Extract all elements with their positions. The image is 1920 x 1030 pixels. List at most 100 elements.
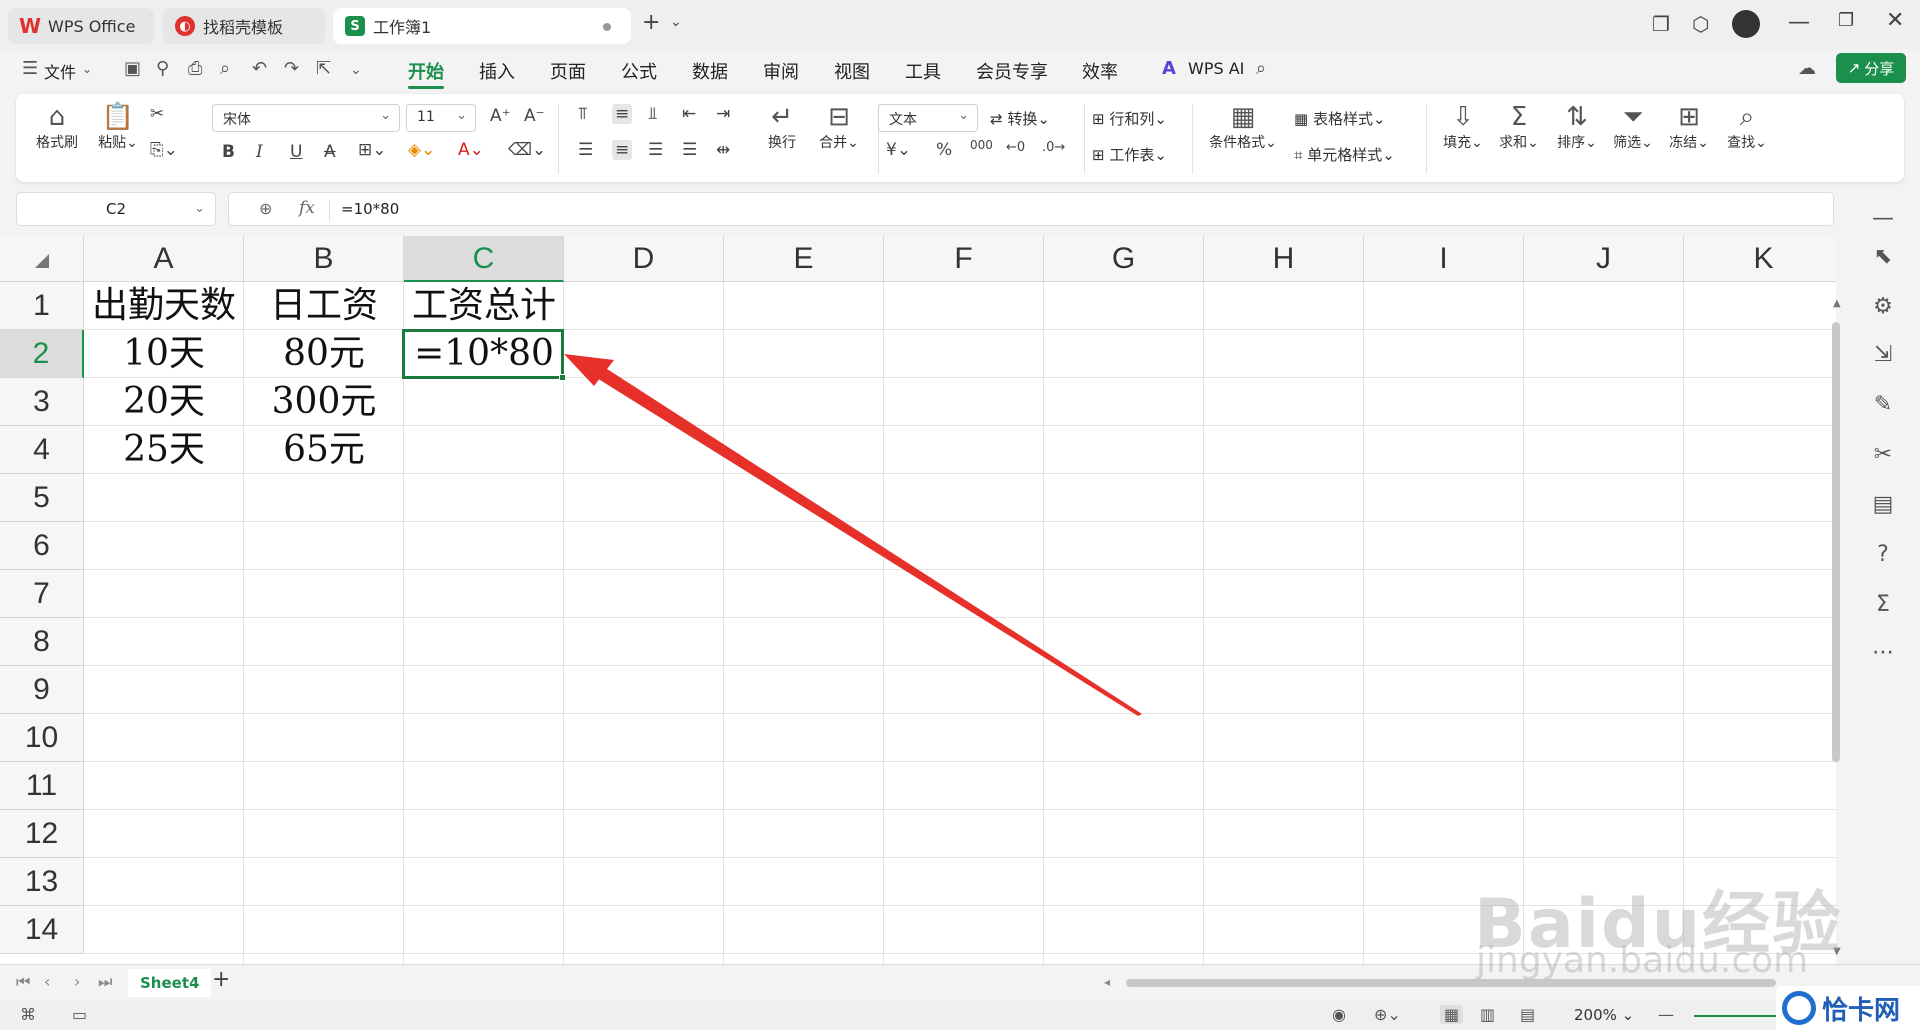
align-center-icon[interactable]: ≡	[612, 140, 633, 160]
formula-panel-icon[interactable]: Σ	[1868, 592, 1898, 617]
file-menu[interactable]: 文件	[44, 59, 76, 83]
more-icon[interactable]: ⋯	[1868, 640, 1898, 665]
cloud-sync-icon[interactable]: ☁	[1798, 58, 1816, 79]
chevron-down-icon[interactable]: ⌄	[82, 62, 92, 76]
page-layout-icon[interactable]: ▥	[1480, 1005, 1495, 1024]
ai-assistant-icon[interactable]: ✎	[1868, 392, 1898, 417]
menu-tools[interactable]: 工具	[905, 58, 941, 84]
bold-button[interactable]: B	[222, 142, 235, 162]
chevron-down-icon[interactable]: ⌄	[670, 14, 682, 30]
tools-icon[interactable]: ✂	[1868, 442, 1898, 467]
column-header-i[interactable]: I	[1364, 236, 1524, 282]
first-sheet-icon[interactable]: ⏮	[16, 972, 30, 992]
underline-button[interactable]: U	[290, 142, 302, 162]
row-header-3[interactable]: 3	[0, 378, 84, 426]
column-header-c[interactable]: C	[404, 236, 564, 282]
cell-a2[interactable]: 10天	[84, 330, 244, 378]
fill-color-icon[interactable]: ◈⌄	[408, 140, 435, 160]
zoom-out-icon[interactable]: —	[1658, 1005, 1674, 1024]
column-header-a[interactable]: A	[84, 236, 244, 282]
column-header-d[interactable]: D	[564, 236, 724, 282]
row-header-10[interactable]: 10	[0, 714, 84, 762]
align-bottom-icon[interactable]: ⫫	[648, 104, 658, 124]
row-header-8[interactable]: 8	[0, 618, 84, 666]
cell-b3[interactable]: 300元	[244, 378, 404, 426]
column-header-j[interactable]: J	[1524, 236, 1684, 282]
zoom-level[interactable]: 200% ⌄	[1574, 1006, 1634, 1024]
menu-member[interactable]: 会员专享	[976, 58, 1048, 84]
number-format-select[interactable]: 文本 ⌄	[878, 104, 978, 132]
name-box[interactable]: C2 ⌄	[16, 192, 216, 226]
cell-c1[interactable]: 工资总计	[404, 282, 564, 330]
indent-increase-icon[interactable]: ⇥	[716, 104, 730, 124]
wrap-text-button[interactable]: ↵ 换行	[758, 102, 806, 152]
macro-icon[interactable]: ⌘	[20, 1005, 36, 1024]
print-preview-icon[interactable]: ⌕	[220, 58, 230, 79]
restore-icon[interactable]: ❐	[1838, 10, 1854, 31]
menu-home[interactable]: 开始	[408, 58, 444, 84]
row-header-13[interactable]: 13	[0, 858, 84, 906]
focus-mode-icon[interactable]: ⊕⌄	[1374, 1005, 1401, 1024]
tab-workbook[interactable]: S 工作簿1	[333, 8, 631, 44]
spreadsheet-grid[interactable]: ABCDEFGHIJK 1 2 3 4 5 6 7 8 9 10 11 12 13 14 出勤天数 日工资工…	[0, 236, 1836, 964]
align-right-icon[interactable]: ☰	[648, 140, 663, 160]
decrease-decimal-icon[interactable]: .0→	[1042, 140, 1065, 155]
row-header-9[interactable]: 9	[0, 666, 84, 714]
menu-efficiency[interactable]: 效率	[1082, 58, 1118, 84]
menu-page[interactable]: 页面	[550, 58, 586, 84]
italic-button[interactable]: I	[256, 142, 263, 162]
find-button[interactable]: ⌕ 查找⌄	[1724, 102, 1770, 152]
increase-font-icon[interactable]: A⁺	[490, 106, 511, 126]
distribute-icon[interactable]: ⇹	[716, 140, 730, 160]
tab-docer-templates[interactable]: ◐ 找稻壳模板	[163, 8, 325, 44]
column-header-h[interactable]: H	[1204, 236, 1364, 282]
menu-review[interactable]: 审阅	[763, 58, 799, 84]
cell-a1[interactable]: 出勤天数	[84, 282, 244, 330]
select-cursor-icon[interactable]: ⬉	[1868, 244, 1898, 269]
row-header-12[interactable]: 12	[0, 810, 84, 858]
strikethrough-icon[interactable]: A	[324, 142, 336, 162]
column-header-b[interactable]: B	[244, 236, 404, 282]
cut-icon[interactable]: ✂	[150, 104, 164, 124]
row-header-14[interactable]: 14	[0, 906, 84, 954]
chevron-down-icon[interactable]: ⌄	[350, 62, 362, 78]
percent-button[interactable]: %	[936, 140, 952, 160]
row-header-5[interactable]: 5	[0, 474, 84, 522]
share-link-icon[interactable]: ⚲	[156, 58, 169, 79]
font-name-select[interactable]: 宋体 ⌄	[212, 104, 400, 132]
prev-sheet-icon[interactable]: ‹	[44, 972, 50, 991]
border-icon[interactable]: ⊞⌄	[358, 140, 387, 160]
justify-icon[interactable]: ☰	[682, 140, 697, 160]
table-style-button[interactable]: ▦ 表格样式⌄	[1294, 108, 1386, 129]
freeze-button[interactable]: ⊞ 冻结⌄	[1666, 102, 1712, 152]
share-button[interactable]: ↗ 分享	[1836, 53, 1906, 83]
formula-bar[interactable]: ⊕ fx =10*80	[228, 192, 1834, 226]
hamburger-menu-icon[interactable]: ☰	[22, 58, 38, 79]
paste-button[interactable]: 📋 粘贴⌄	[92, 102, 144, 152]
column-header-f[interactable]: F	[884, 236, 1044, 282]
cell-b4[interactable]: 65元	[244, 426, 404, 474]
menu-insert[interactable]: 插入	[479, 58, 515, 84]
help-icon[interactable]: ?	[1868, 542, 1898, 567]
column-header-g[interactable]: G	[1044, 236, 1204, 282]
row-header-1[interactable]: 1	[0, 282, 84, 330]
column-header-k[interactable]: K	[1684, 236, 1836, 282]
fx-icon[interactable]: fx	[299, 198, 315, 218]
export-icon[interactable]: ⇱	[316, 58, 331, 79]
redo-icon[interactable]: ↷	[284, 58, 299, 79]
collapse-panel-icon[interactable]: —	[1868, 206, 1898, 231]
indent-decrease-icon[interactable]: ⇤	[682, 104, 696, 124]
formula-input[interactable]: =10*80	[341, 200, 399, 218]
merge-button[interactable]: ⊟ 合并⌄	[812, 102, 866, 152]
window-layout-icon[interactable]: ❐	[1652, 12, 1670, 36]
filter-button[interactable]: ⏷ 筛选⌄	[1610, 102, 1656, 152]
row-header-2[interactable]: 2	[0, 330, 84, 378]
align-left-icon[interactable]: ☰	[578, 140, 593, 160]
sum-button[interactable]: Σ 求和⌄	[1496, 102, 1542, 152]
next-sheet-icon[interactable]: ›	[74, 972, 80, 991]
adjust-icon[interactable]: ⚙	[1868, 294, 1898, 319]
cell-a3[interactable]: 20天	[84, 378, 244, 426]
close-icon[interactable]: ✕	[1886, 8, 1904, 33]
active-cell-selection[interactable]	[402, 329, 566, 381]
cell-b1[interactable]: 日工资	[244, 282, 404, 330]
